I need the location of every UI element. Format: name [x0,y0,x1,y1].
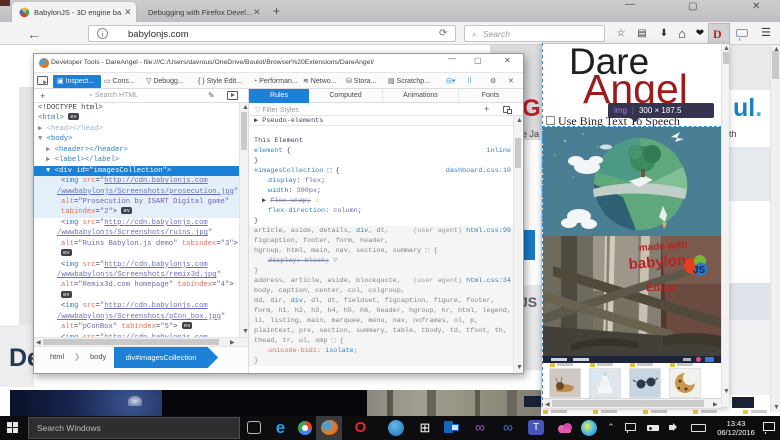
svg-text:JS: JS [693,265,706,276]
svg-text:Editor: Editor [646,282,678,294]
